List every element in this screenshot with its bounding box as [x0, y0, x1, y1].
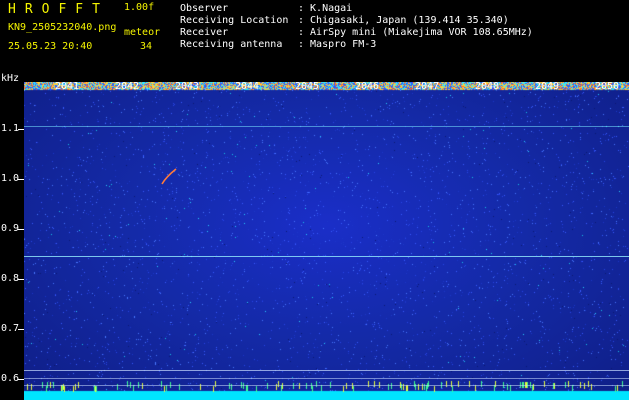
y-tick-label: 1.1: [1, 123, 20, 134]
y-tick-label: 1.0: [1, 173, 20, 184]
app-title: HROFFT: [8, 2, 109, 17]
x-tick-label: 2042: [115, 81, 140, 92]
count-label: 34: [140, 41, 153, 52]
antenna-label: Receiving antenna: [180, 39, 283, 50]
filename-label: KN9_2505232040.png: [8, 22, 117, 33]
meteor-echo: [161, 168, 177, 185]
x-tick-label: 2050: [595, 81, 620, 92]
x-tick-label: 2045: [295, 81, 320, 92]
x-tick-label: 2043: [175, 81, 200, 92]
y-tick-label: 0.6: [1, 373, 20, 384]
version-label: 1.00f: [124, 2, 155, 13]
observer-label: Observer: [180, 3, 229, 14]
receiver-value: : AirSpy mini (Miakejima VOR 108.65MHz): [298, 27, 533, 38]
antenna-value: : Maspro FM-3: [298, 39, 377, 50]
carrier-line: [24, 126, 629, 127]
y-tick-label: 0.7: [1, 323, 20, 334]
location-label: Receiving Location: [180, 15, 289, 26]
receiver-label: Receiver: [180, 27, 229, 38]
carrier-line: [24, 256, 629, 257]
datetime-label: 25.05.23 20:40: [8, 41, 93, 52]
baseline-line: [24, 385, 629, 386]
baseline-line: [24, 378, 629, 379]
baseline-line: [24, 370, 629, 371]
spectrogram-noise: [24, 82, 629, 400]
y-tick-label: 0.9: [1, 223, 20, 234]
spectrogram-plot[interactable]: [24, 82, 629, 400]
y-axis: 1.1 1.0 0.9 0.8 0.7 0.6: [0, 82, 24, 400]
x-tick-label: 2046: [355, 81, 380, 92]
header-panel: HROFFT 1.00f KN9_2505232040.png meteor 2…: [0, 0, 629, 80]
x-tick-label: 2044: [235, 81, 260, 92]
observer-value: : K.Nagai: [298, 3, 353, 14]
x-tick-label: 2041: [55, 81, 80, 92]
x-tick-label: 2049: [535, 81, 560, 92]
x-tick-label: 2048: [475, 81, 500, 92]
y-tick-label: 0.8: [1, 273, 20, 284]
location-value: : Chigasaki, Japan (139.414 35.340): [298, 15, 509, 26]
x-tick-label: 2047: [415, 81, 440, 92]
mode-label: meteor: [124, 27, 161, 38]
